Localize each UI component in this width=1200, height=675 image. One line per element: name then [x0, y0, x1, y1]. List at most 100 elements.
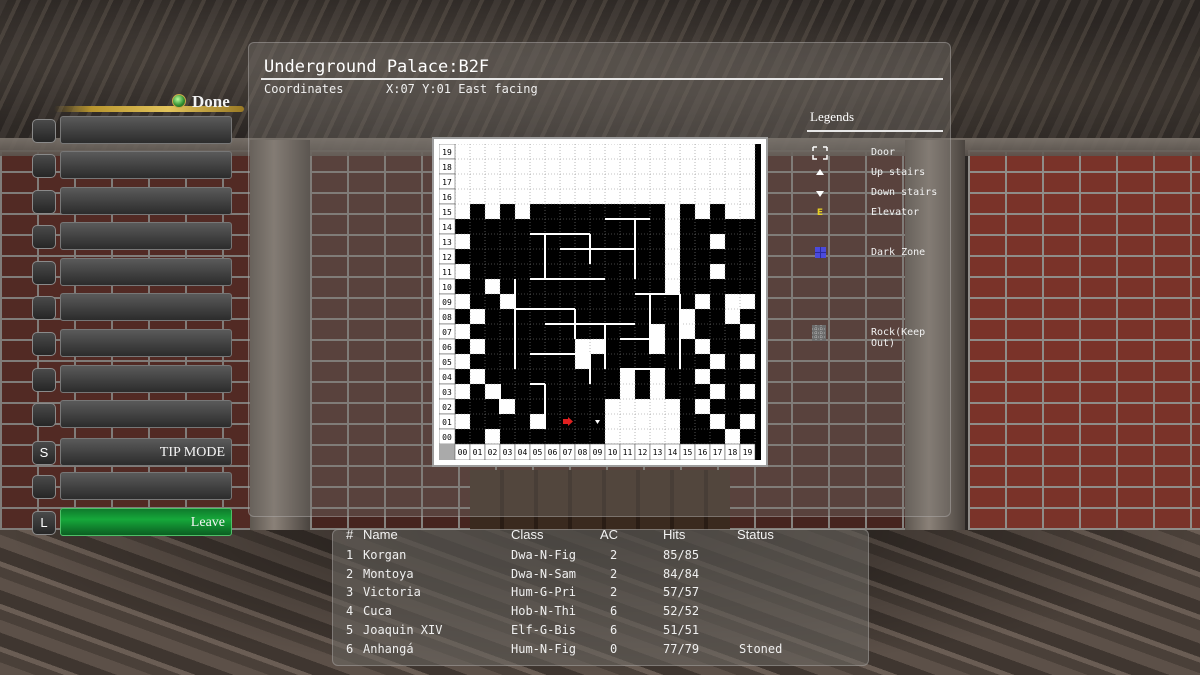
party-row[interactable]: 5 Joaquin XIV Elf-G-Bis 6 51/51: [333, 623, 870, 642]
map-cell: [635, 159, 650, 174]
map-cell: [605, 189, 620, 204]
menu-row: [30, 187, 235, 215]
map-cell: [620, 249, 635, 264]
map-cell: [500, 309, 515, 324]
map-cell: [470, 264, 485, 279]
map-cell: [635, 399, 650, 414]
map-cell: [725, 204, 740, 219]
map-cell: [485, 189, 500, 204]
map-cell: [470, 369, 485, 384]
map-cell: [650, 384, 665, 399]
party-row[interactable]: 2 Montoya Dwa-N-Sam 2 84/84: [333, 567, 870, 586]
map-cell: [500, 234, 515, 249]
empty-menu-slot[interactable]: [60, 365, 232, 393]
map-cell: [530, 279, 545, 294]
party-row[interactable]: 3 Victoria Hum-G-Pri 2 57/57: [333, 585, 870, 604]
map-cell: [575, 324, 590, 339]
done-button[interactable]: Done: [54, 88, 244, 114]
automap-grid: 19 18 17 16 15 14 13 12 11 10 09 08 07 06 05 04 03 02 01 00…: [439, 144, 761, 460]
y-axis-label: 14: [442, 223, 452, 232]
map-cell: [665, 429, 680, 444]
map-cell: [725, 339, 740, 354]
member-class: Hum-G-Pri: [511, 585, 577, 600]
map-title: Underground Palace:B2F: [264, 57, 490, 77]
map-cell: [590, 354, 605, 369]
map-cell: [710, 414, 725, 429]
map-cell: [710, 279, 725, 294]
map-cell: [590, 174, 605, 189]
map-cell: [575, 144, 590, 159]
map-cell: [590, 399, 605, 414]
map-cell: [545, 309, 560, 324]
map-cell: [740, 234, 755, 249]
map-cell: [530, 429, 545, 444]
map-cell: [530, 249, 545, 264]
map-cell: [470, 324, 485, 339]
map-cell: [560, 309, 575, 324]
map-cell: [515, 234, 530, 249]
party-row[interactable]: 4 Cuca Hob-N-Thi 6 52/52: [333, 604, 870, 623]
tip-mode-button[interactable]: TIP MODE: [60, 438, 232, 466]
map-cell: [500, 324, 515, 339]
empty-menu-slot[interactable]: [60, 400, 232, 428]
empty-menu-slot[interactable]: [60, 116, 232, 144]
map-cell: [455, 384, 470, 399]
y-axis-label: 05: [442, 358, 452, 367]
menu-row: [30, 472, 235, 500]
menu-row: [30, 329, 235, 357]
map-cell: [515, 354, 530, 369]
map-cell: [650, 234, 665, 249]
party-row[interactable]: 6 Anhangá Hum-N-Fig 0 77/79 Stoned: [333, 642, 870, 661]
key-hint: [32, 475, 56, 499]
member-ac: 2: [610, 548, 618, 562]
x-axis-label: 12: [638, 448, 648, 457]
legend-label: Down stairs: [871, 187, 938, 198]
map-cell: [560, 174, 575, 189]
map-cell: [695, 279, 710, 294]
party-row[interactable]: 1 Korgan Dwa-N-Fig 2 85/85: [333, 548, 870, 567]
empty-menu-slot[interactable]: [60, 258, 232, 286]
map-cell: [650, 264, 665, 279]
map-cell: [620, 399, 635, 414]
map-cell: [530, 264, 545, 279]
map-cell: [665, 384, 680, 399]
map-cell: [485, 309, 500, 324]
legend-label: Rock(Keep Out): [871, 327, 926, 349]
map-cell: [485, 414, 500, 429]
empty-menu-slot[interactable]: [60, 222, 232, 250]
map-cell: [620, 429, 635, 444]
map-cell: [545, 144, 560, 159]
leave-button[interactable]: Leave: [60, 508, 232, 536]
map-cell: [695, 429, 710, 444]
empty-menu-slot[interactable]: [60, 329, 232, 357]
map-cell: [740, 369, 755, 384]
map-cell: [485, 384, 500, 399]
empty-menu-slot[interactable]: [60, 472, 232, 500]
map-cell: [725, 369, 740, 384]
empty-menu-slot[interactable]: [60, 293, 232, 321]
map-cell: [485, 324, 500, 339]
map-cell: [605, 399, 620, 414]
map-cell: [500, 204, 515, 219]
map-cell: [560, 369, 575, 384]
map-cell: [545, 204, 560, 219]
map-cell: [485, 249, 500, 264]
map-cell: [500, 414, 515, 429]
map-cell: [635, 294, 650, 309]
empty-menu-slot[interactable]: [60, 187, 232, 215]
map-cell: [695, 354, 710, 369]
map-cell: [500, 339, 515, 354]
member-name: Cuca: [363, 604, 392, 619]
title-divider: [261, 78, 943, 80]
empty-menu-slot[interactable]: [60, 151, 232, 179]
y-axis-label: 15: [442, 208, 452, 217]
map-cell: [560, 189, 575, 204]
map-cell: [605, 174, 620, 189]
key-hint: [32, 261, 56, 285]
map-cell: [485, 294, 500, 309]
map-cell: [740, 159, 755, 174]
map-cell: [665, 264, 680, 279]
map-cell: [665, 399, 680, 414]
map-cell: [620, 384, 635, 399]
map-cell: [560, 204, 575, 219]
